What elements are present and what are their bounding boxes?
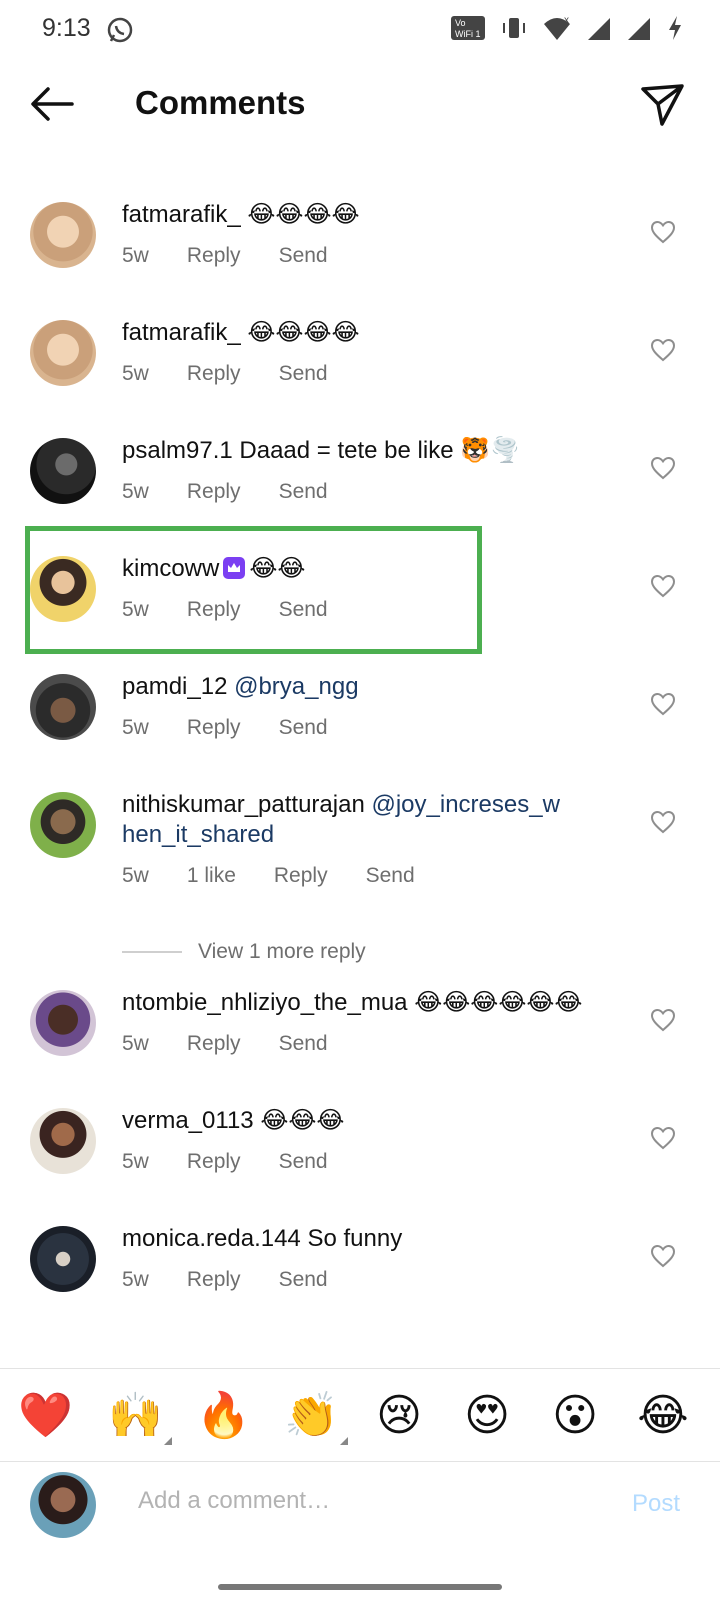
comment-username[interactable]: nithiskumar_patturajan bbox=[122, 791, 365, 818]
send-button[interactable]: Send bbox=[279, 1032, 328, 1056]
emoji-heart[interactable]: ❤️ bbox=[18, 1391, 73, 1441]
heart-icon[interactable] bbox=[650, 692, 676, 716]
send-button[interactable]: Send bbox=[279, 244, 328, 268]
heart-icon[interactable] bbox=[650, 1126, 676, 1150]
emoji-raised-hands[interactable]: 🙌 bbox=[108, 1391, 172, 1445]
svg-text:WiFi 1: WiFi 1 bbox=[455, 29, 481, 39]
heart-icon[interactable] bbox=[650, 456, 676, 480]
whatsapp-icon bbox=[106, 16, 134, 49]
skin-tone-indicator-icon bbox=[340, 1437, 348, 1445]
vibrate-icon bbox=[500, 14, 528, 47]
emoji-raised-hands-glyph: 🙌 bbox=[108, 1391, 163, 1440]
heart-icon[interactable] bbox=[650, 810, 676, 834]
reply-button[interactable]: Reply bbox=[187, 1150, 241, 1174]
mention-link[interactable]: @brya_ngg bbox=[234, 673, 358, 700]
comment-time: 5w bbox=[122, 864, 149, 887]
heart-icon[interactable] bbox=[650, 1008, 676, 1032]
heart-icon[interactable] bbox=[650, 338, 676, 362]
reply-button[interactable]: Reply bbox=[187, 716, 241, 740]
reply-button[interactable]: Reply bbox=[187, 362, 241, 386]
comment-text: 😂😂😂😂😂😂 bbox=[414, 989, 583, 1016]
signal-icon bbox=[586, 14, 612, 47]
reply-button[interactable]: Reply bbox=[187, 1032, 241, 1056]
status-time: 9:13 bbox=[42, 14, 91, 42]
comment-time: 5w bbox=[122, 362, 149, 385]
avatar[interactable] bbox=[30, 674, 96, 740]
heart-icon[interactable] bbox=[650, 220, 676, 244]
signal-icon bbox=[626, 14, 652, 47]
comment-text: 😂😂😂 bbox=[260, 1107, 345, 1134]
comment-text: So funny bbox=[307, 1225, 403, 1252]
status-icons: Vo WiFi 1 x bbox=[450, 14, 684, 47]
send-button[interactable]: Send bbox=[279, 1150, 328, 1174]
home-indicator[interactable] bbox=[218, 1584, 502, 1590]
avatar[interactable] bbox=[30, 1108, 96, 1174]
divider-line bbox=[122, 951, 182, 953]
send-icon[interactable] bbox=[638, 80, 686, 128]
comment-time: 5w bbox=[122, 1032, 149, 1055]
avatar[interactable] bbox=[30, 990, 96, 1056]
comment-composer: Post bbox=[0, 1462, 720, 1552]
comment-username[interactable]: fatmarafik_ bbox=[122, 319, 241, 346]
reply-button[interactable]: Reply bbox=[187, 1268, 241, 1292]
view-more-replies[interactable]: View 1 more reply bbox=[122, 940, 366, 964]
comment-text: Daaad = tete be like 🐯🌪️ bbox=[239, 437, 520, 464]
back-arrow-icon[interactable] bbox=[28, 82, 76, 126]
send-button[interactable]: Send bbox=[279, 362, 328, 386]
send-button[interactable]: Send bbox=[279, 716, 328, 740]
svg-text:Vo: Vo bbox=[455, 18, 466, 28]
reply-button[interactable]: Reply bbox=[187, 244, 241, 268]
emoji-quick-bar: ❤️ 🙌 🔥 👏 😢 😍 😮 😂 bbox=[0, 1368, 720, 1462]
emoji-clap-glyph: 👏 bbox=[284, 1391, 339, 1440]
skin-tone-indicator-icon bbox=[164, 1437, 172, 1445]
emoji-sad[interactable]: 😢 bbox=[372, 1391, 426, 1441]
send-button[interactable]: Send bbox=[279, 1268, 328, 1292]
view-more-label: View 1 more reply bbox=[198, 940, 366, 963]
comment-username[interactable]: fatmarafik_ bbox=[122, 201, 241, 228]
comment-time: 5w bbox=[122, 480, 149, 503]
comment-username[interactable]: pamdi_12 bbox=[122, 673, 227, 700]
comment-text: 😂😂😂😂 bbox=[247, 201, 360, 228]
wifi-icon: x bbox=[542, 14, 572, 47]
send-button[interactable]: Send bbox=[279, 480, 328, 504]
header: Comments bbox=[0, 70, 720, 140]
my-avatar[interactable] bbox=[30, 1472, 96, 1538]
comment-username[interactable]: ntombie_nhliziyo_the_mua bbox=[122, 989, 408, 1016]
page-title: Comments bbox=[135, 84, 306, 121]
heart-icon[interactable] bbox=[650, 1244, 676, 1268]
comment-time: 5w bbox=[122, 244, 149, 267]
highlight-box bbox=[25, 526, 482, 654]
avatar[interactable] bbox=[30, 202, 96, 268]
reply-button[interactable]: Reply bbox=[274, 864, 328, 888]
status-bar: 9:13 Vo WiFi 1 x bbox=[0, 0, 720, 62]
comment-input[interactable] bbox=[136, 1486, 570, 1516]
comment-time: 5w bbox=[122, 1150, 149, 1173]
heart-icon[interactable] bbox=[650, 574, 676, 598]
like-count[interactable]: 1 like bbox=[187, 864, 236, 888]
avatar[interactable] bbox=[30, 1226, 96, 1292]
comment-username[interactable]: monica.reda.144 bbox=[122, 1225, 301, 1252]
post-button[interactable]: Post bbox=[632, 1490, 680, 1518]
avatar[interactable] bbox=[30, 792, 96, 858]
reply-button[interactable]: Reply bbox=[187, 480, 241, 504]
emoji-heart-eyes[interactable]: 😍 bbox=[460, 1391, 514, 1441]
comment-text: 😂😂😂😂 bbox=[247, 319, 360, 346]
comment-username[interactable]: verma_0113 bbox=[122, 1107, 254, 1134]
vowifi-icon: Vo WiFi 1 bbox=[450, 15, 486, 46]
emoji-laugh[interactable]: 😂 bbox=[636, 1391, 690, 1441]
emoji-fire[interactable]: 🔥 bbox=[196, 1391, 251, 1441]
comment-username[interactable]: psalm97.1 bbox=[122, 437, 233, 464]
emoji-clap[interactable]: 👏 bbox=[284, 1391, 348, 1445]
comment-time: 5w bbox=[122, 716, 149, 739]
comment-time: 5w bbox=[122, 1268, 149, 1291]
avatar[interactable] bbox=[30, 438, 96, 504]
charging-icon bbox=[666, 14, 684, 47]
svg-text:x: x bbox=[564, 15, 569, 26]
send-button[interactable]: Send bbox=[366, 864, 415, 888]
emoji-surprised[interactable]: 😮 bbox=[548, 1391, 602, 1441]
avatar[interactable] bbox=[30, 320, 96, 386]
